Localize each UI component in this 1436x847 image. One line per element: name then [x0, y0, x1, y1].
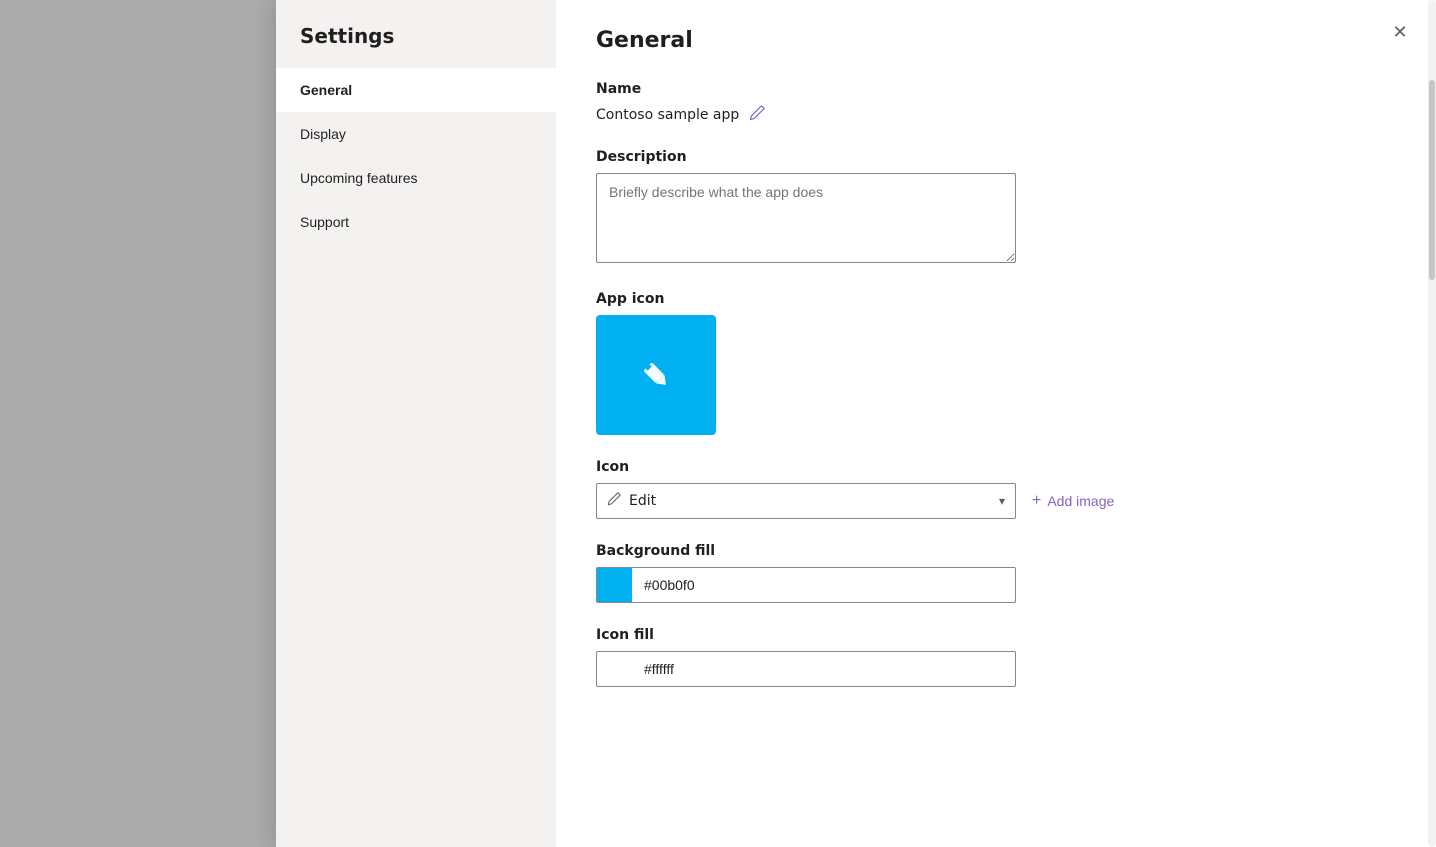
sidebar: Settings General Display Upcoming featur… [276, 0, 556, 847]
sidebar-item-display[interactable]: Display [276, 112, 556, 156]
modal-overlay: Settings General Display Upcoming featur… [0, 0, 1436, 847]
icon-row: Edit ▾ + Add image [596, 483, 1396, 519]
icon-label: Icon [596, 459, 1396, 475]
description-section: Description [596, 149, 1396, 267]
chevron-down-icon: ▾ [999, 494, 1005, 508]
icon-color-swatch[interactable] [596, 651, 632, 687]
icon-fill-section: Icon fill [596, 627, 1396, 687]
background-fill-section: Background fill [596, 543, 1396, 603]
scrollbar-thumb [1429, 80, 1435, 280]
main-content: ✕ General Name Contoso sample app Descri… [556, 0, 1436, 847]
app-icon-pencil-icon [636, 355, 676, 395]
sidebar-nav: General Display Upcoming features Suppor… [276, 68, 556, 244]
description-textarea[interactable] [596, 173, 1016, 263]
icon-section: Icon Edit ▾ [596, 459, 1396, 519]
app-icon-section: App icon [596, 291, 1396, 435]
app-icon-label: App icon [596, 291, 1396, 307]
icon-fill-label: Icon fill [596, 627, 1396, 643]
background-fill-row [596, 567, 1396, 603]
background-color-swatch[interactable] [596, 567, 632, 603]
description-label: Description [596, 149, 1396, 165]
add-image-label: Add image [1047, 493, 1114, 509]
page-title: General [596, 28, 1396, 53]
close-button[interactable]: ✕ [1384, 16, 1416, 48]
add-image-button[interactable]: + Add image [1032, 492, 1114, 510]
sidebar-item-support[interactable]: Support [276, 200, 556, 244]
app-icon-preview[interactable] [596, 315, 716, 435]
name-edit-icon[interactable] [749, 105, 765, 125]
settings-panel: Settings General Display Upcoming featur… [276, 0, 1436, 847]
sidebar-item-general[interactable]: General [276, 68, 556, 112]
name-label: Name [596, 81, 1396, 97]
icon-dropdown[interactable]: Edit ▾ [596, 483, 1016, 519]
edit-icon-in-select [607, 492, 621, 510]
app-name-value: Contoso sample app [596, 107, 739, 123]
background-fill-label: Background fill [596, 543, 1396, 559]
scrollbar-track[interactable] [1428, 0, 1436, 847]
icon-selected-value: Edit [629, 493, 656, 509]
name-row: Contoso sample app [596, 105, 1396, 125]
icon-fill-row [596, 651, 1396, 687]
icon-fill-input[interactable] [632, 651, 1016, 687]
sidebar-title: Settings [276, 0, 556, 68]
background-fill-input[interactable] [632, 567, 1016, 603]
name-section: Name Contoso sample app [596, 81, 1396, 125]
add-image-plus-icon: + [1032, 492, 1041, 510]
sidebar-item-upcoming-features[interactable]: Upcoming features [276, 156, 556, 200]
